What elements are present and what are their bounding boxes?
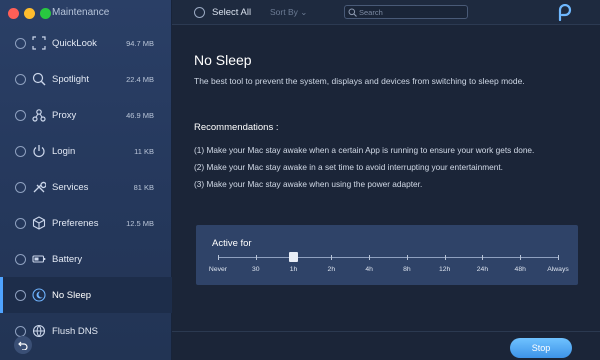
tools-icon (33, 181, 46, 193)
sidebar-item-label: Flush DNS (52, 325, 98, 337)
quicklook-icon (32, 36, 46, 50)
sidebar-item-size: 81 KB (133, 182, 154, 192)
sidebar-item-no-sleep[interactable]: No Sleep (0, 277, 172, 313)
globe-icon (32, 324, 46, 338)
checkbox[interactable] (15, 181, 26, 193)
battery-icon (32, 255, 46, 263)
toolbar: Select All Sort By ⌄ (172, 0, 600, 25)
checkbox[interactable] (15, 325, 26, 337)
checkbox[interactable] (15, 217, 26, 229)
slider-tick-label[interactable]: 1h (290, 266, 298, 273)
sidebar-item-size: 94.7 MB (126, 38, 154, 48)
select-all-checkbox[interactable] (194, 7, 205, 18)
sidebar-item-label: Spotlight (52, 73, 89, 85)
power-icon (33, 145, 45, 158)
undo-icon (18, 341, 28, 350)
slider-tick (406, 255, 408, 260)
sidebar-item-size: 46.9 MB (126, 110, 154, 120)
select-all-label[interactable]: Select All (212, 7, 251, 18)
slider-tick-label[interactable]: 24h (477, 266, 488, 273)
sidebar-item-size: 12.5 MB (126, 218, 154, 228)
recommendations-heading: Recommendations : (194, 122, 279, 133)
slider-tick-label[interactable]: 12h (439, 266, 450, 273)
checkbox[interactable] (15, 145, 26, 157)
sidebar-item-login[interactable]: Login 11 KB (0, 133, 172, 169)
slider-tick (482, 255, 484, 260)
sidebar-title: Maintenance (52, 7, 110, 18)
sidebar-item-quicklook[interactable]: QuickLook 94.7 MB (0, 25, 172, 61)
checkbox[interactable] (15, 73, 26, 85)
sidebar-item-size: 11 KB (134, 146, 154, 156)
slider-tick (369, 255, 371, 260)
zoom-window-button[interactable] (40, 8, 51, 19)
sidebar-item-size: 22.4 MB (126, 74, 154, 84)
checkbox[interactable] (15, 289, 26, 301)
sidebar-item-label: Services (52, 181, 89, 193)
slider-tick (255, 255, 257, 260)
active-for-label: Active for (212, 238, 252, 249)
slider-tick-label[interactable]: 4h (365, 266, 373, 273)
active-for-slider-track[interactable] (218, 257, 558, 258)
sidebar: Maintenance QuickLook 94.7 MB Spotlight … (0, 0, 172, 360)
active-for-panel: Active for Never 30 1h 2h 4h 8h 12h 24h 48h Alway… (196, 225, 578, 285)
slider-tick-label[interactable]: Always (547, 266, 569, 273)
sidebar-item-label: No Sleep (52, 289, 92, 301)
slider-tick-label[interactable]: 8h (403, 266, 411, 273)
page-description: The best tool to prevent the system, dis… (194, 76, 525, 86)
recommendation-item: (1) Make your Mac stay awake when a cert… (194, 145, 535, 155)
slider-tick (444, 255, 446, 260)
slider-tick-label[interactable]: 2h (328, 266, 336, 273)
slider-thumb[interactable] (289, 252, 299, 262)
cube-icon (32, 216, 46, 230)
sidebar-item-proxy[interactable]: Proxy 46.9 MB (0, 97, 172, 133)
close-window-button[interactable] (8, 8, 19, 19)
slider-tick-label[interactable]: 48h (515, 266, 526, 273)
moon-icon (32, 288, 46, 302)
search-box[interactable] (344, 5, 468, 19)
app-logo-icon (558, 4, 572, 21)
sidebar-item-preferences[interactable]: Preferenes 12.5 MB (0, 205, 172, 241)
titlebar: Maintenance (0, 0, 172, 25)
checkbox[interactable] (15, 253, 26, 265)
undo-button[interactable] (14, 336, 32, 354)
slider-tick (331, 255, 333, 260)
sidebar-item-label: Proxy (52, 109, 77, 121)
divider (172, 331, 600, 332)
sidebar-item-label: QuickLook (52, 37, 97, 49)
sidebar-item-services[interactable]: Services 81 KB (0, 169, 172, 205)
slider-tick-label[interactable]: Never (209, 266, 227, 273)
search-icon (348, 8, 357, 17)
checkbox[interactable] (15, 37, 26, 49)
page-title: No Sleep (194, 52, 252, 68)
stop-button[interactable]: Stop (510, 338, 572, 358)
main-panel: No Sleep The best tool to prevent the sy… (172, 25, 600, 360)
sort-by-dropdown[interactable]: Sort By ⌄ (270, 7, 307, 18)
slider-tick-label[interactable]: 30 (252, 266, 260, 273)
proxy-icon (32, 109, 46, 122)
search-input[interactable] (359, 6, 467, 18)
sidebar-item-label: Preferenes (52, 217, 99, 229)
sidebar-item-label: Login (52, 145, 76, 157)
sidebar-item-label: Battery (52, 253, 83, 265)
slider-tick (218, 255, 219, 260)
recommendation-item: (2) Make your Mac stay awake in a set ti… (194, 162, 503, 172)
search-icon (32, 72, 46, 86)
recommendation-item: (3) Make your Mac stay awake when using … (194, 179, 423, 189)
checkbox[interactable] (15, 109, 26, 121)
slider-tick (558, 255, 559, 260)
slider-tick (520, 255, 522, 260)
minimize-window-button[interactable] (24, 8, 35, 19)
sidebar-item-battery[interactable]: Battery (0, 241, 172, 277)
sidebar-item-spotlight[interactable]: Spotlight 22.4 MB (0, 61, 172, 97)
